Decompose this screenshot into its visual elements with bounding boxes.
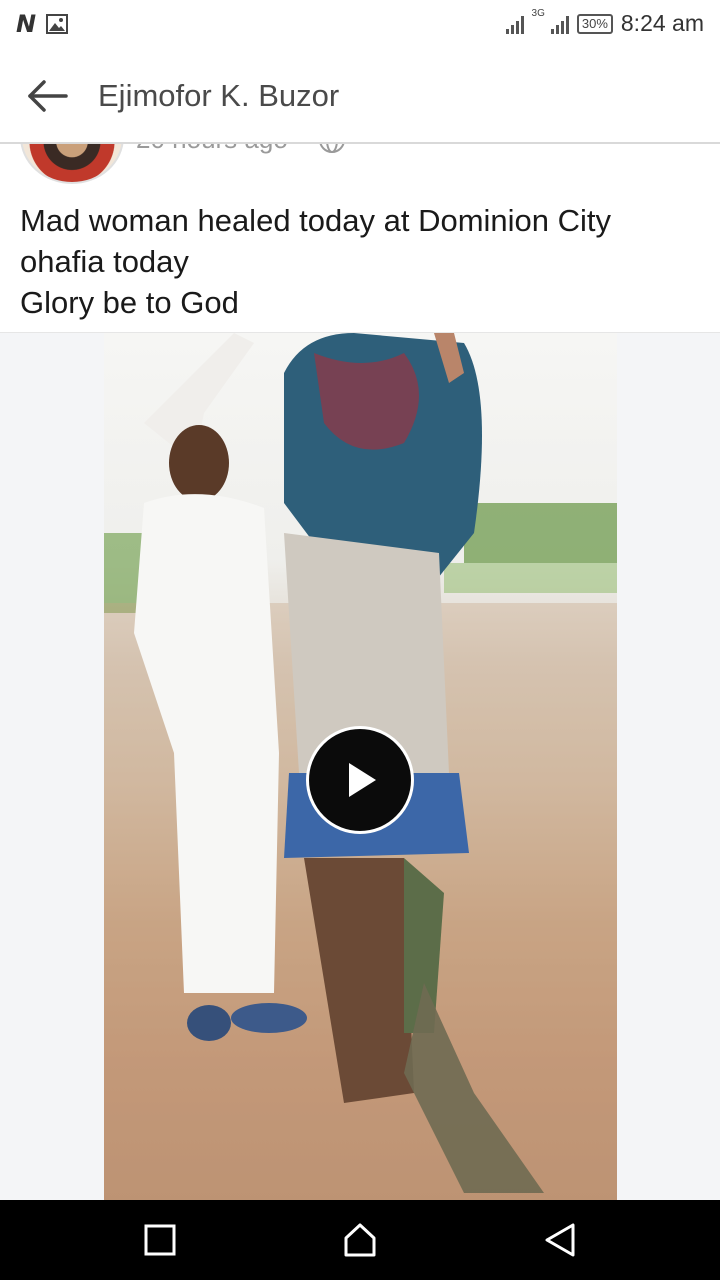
post-text-line: Glory be to God: [20, 285, 239, 320]
recents-square-icon: [144, 1224, 176, 1256]
network-type-label: 3G: [531, 8, 545, 19]
recents-button[interactable]: [140, 1220, 180, 1260]
battery-icon: 30%: [576, 13, 613, 34]
post-text-line: ohafia today: [20, 244, 189, 279]
home-icon: [344, 1223, 376, 1257]
post-text: Mad woman healed today at Dominion City …: [20, 200, 700, 323]
video-frame: [0, 332, 720, 1201]
signal-3g-icon: [550, 14, 569, 34]
navigation-bar: [0, 1200, 720, 1280]
home-button[interactable]: [340, 1220, 380, 1260]
n-app-icon: N: [16, 10, 37, 38]
app-bar: Ejimofor K. Buzor: [0, 48, 720, 144]
post-text-line: Mad woman healed today at Dominion City: [20, 203, 612, 238]
page-title: Ejimofor K. Buzor: [98, 78, 340, 113]
gallery-icon: [46, 14, 69, 34]
play-button[interactable]: [306, 726, 414, 834]
status-bar: N 3G 30% 8:24 am: [0, 0, 720, 48]
back-triangle-icon: [545, 1223, 575, 1257]
back-button[interactable]: [20, 74, 72, 118]
nav-back-button[interactable]: [540, 1220, 580, 1260]
arrow-left-icon: [28, 80, 68, 112]
play-icon: [349, 763, 376, 797]
signal-icon: [505, 14, 524, 34]
status-time: 8:24 am: [620, 10, 704, 36]
